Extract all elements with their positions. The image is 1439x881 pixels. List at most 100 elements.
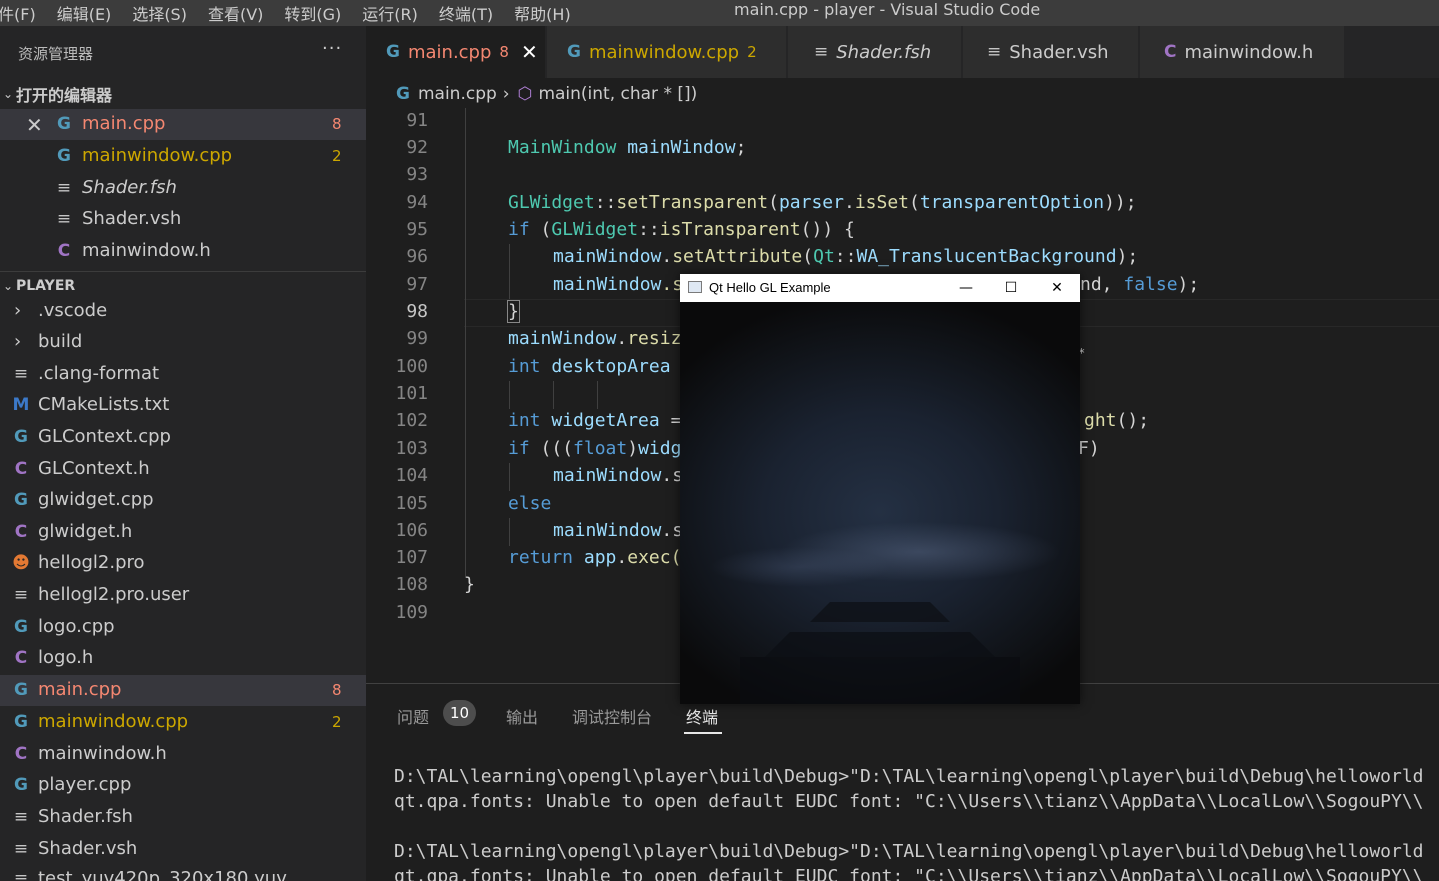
open-editor-mainwindow-cpp[interactable]: G mainwindow.cpp 2 xyxy=(0,141,366,172)
tab-shader-vsh[interactable]: ≡ Shader.vsh xyxy=(963,26,1139,78)
text-file-icon: ≡ xyxy=(13,364,29,384)
tab-mainwindow-cpp[interactable]: G mainwindow.cpp 2 xyxy=(547,26,787,78)
sidebar-header: 资源管理器 ··· xyxy=(0,26,366,78)
code-token: isTransparent xyxy=(659,219,801,240)
code-token: :: xyxy=(638,219,660,240)
code-token: false xyxy=(1123,274,1178,295)
symbol-method-icon: ⬡ xyxy=(517,84,533,104)
file-hellogl2-pro-user[interactable]: ≡ hellogl2.pro.user xyxy=(0,580,366,611)
qt-app-window[interactable]: Qt Hello GL Example — ☐ ✕ xyxy=(680,274,1080,704)
title-bar: 件(F) 编辑(E) 选择(S) 查看(V) 转到(G) 运行(R) 终端(T)… xyxy=(0,0,1439,26)
menu-file[interactable]: 件(F) xyxy=(0,1,36,25)
file-glcontext-cpp[interactable]: G GLContext.cpp xyxy=(0,422,366,453)
file-shader-fsh[interactable]: ≡ Shader.fsh xyxy=(0,802,366,833)
menu-go[interactable]: 转到(G) xyxy=(284,1,341,25)
rendered-scene-image xyxy=(740,602,1020,704)
menu-selection[interactable]: 选择(S) xyxy=(132,1,187,25)
menu-help[interactable]: 帮助(H) xyxy=(514,1,571,25)
tab-output[interactable]: 输出 xyxy=(506,704,538,728)
tab-label: mainwindow.cpp xyxy=(588,41,740,63)
folder-vscode[interactable]: › .vscode xyxy=(0,296,366,327)
menu-run[interactable]: 运行(R) xyxy=(362,1,418,25)
tab-problems[interactable]: 问题 xyxy=(397,704,429,728)
tab-terminal[interactable]: 终端 xyxy=(686,704,718,728)
code-token: )); xyxy=(1104,192,1137,213)
menu-edit[interactable]: 编辑(E) xyxy=(57,1,112,25)
sidebar-title: 资源管理器 xyxy=(18,45,94,63)
indent-guide xyxy=(597,381,598,409)
more-actions-icon[interactable]: ··· xyxy=(322,38,342,59)
close-icon[interactable]: ✕ xyxy=(26,113,43,137)
file-name: mainwindow.cpp xyxy=(38,711,189,732)
breadcrumb-file[interactable]: main.cpp xyxy=(418,84,497,104)
tab-label: mainwindow.h xyxy=(1184,41,1314,63)
open-editor-shader-vsh[interactable]: ≡ Shader.vsh xyxy=(0,204,366,235)
file-main-cpp[interactable]: G main.cpp 8 xyxy=(0,675,366,706)
code-token: GLWidget xyxy=(508,192,595,213)
terminal-line: qt.qpa.fonts: Unable to open default EUD… xyxy=(394,866,1424,881)
qt-window-titlebar[interactable]: Qt Hello GL Example — ☐ ✕ xyxy=(680,274,1080,302)
code-token: int xyxy=(508,356,541,377)
menu-bar: 件(F) 编辑(E) 选择(S) 查看(V) 转到(G) 运行(R) 终端(T)… xyxy=(0,0,592,26)
tab-shader-fsh[interactable]: ≡ Shader.fsh xyxy=(788,26,962,78)
folder-build[interactable]: › build xyxy=(0,327,366,358)
project-header[interactable]: ⌄ PLAYER xyxy=(0,271,366,299)
minimize-icon[interactable]: — xyxy=(944,276,988,300)
indent-guide xyxy=(509,463,510,491)
code-line-tail: ght(); xyxy=(1084,410,1149,431)
breadcrumb-symbol[interactable]: main(int, char * []) xyxy=(538,84,697,104)
explorer-sidebar: 资源管理器 ··· ⌄ 打开的编辑器 ✕ G main.cpp 8 G main… xyxy=(0,26,366,881)
file-glwidget-cpp[interactable]: G glwidget.cpp xyxy=(0,485,366,516)
menu-view[interactable]: 查看(V) xyxy=(208,1,263,25)
open-editor-shader-fsh[interactable]: ≡ Shader.fsh xyxy=(0,173,366,204)
file-test-yuv[interactable]: ≡ test_yuv420p_320x180.yuv xyxy=(0,864,366,881)
cpp-file-icon: G xyxy=(57,146,71,166)
c-header-file-icon: C xyxy=(14,648,28,668)
line-number: 97 xyxy=(406,274,428,295)
code-token: setAttribute xyxy=(672,246,803,267)
terminal-line: qt.qpa.fonts: Unable to open default EUD… xyxy=(394,791,1424,812)
indent-guide xyxy=(465,108,466,578)
file-clang-format[interactable]: ≡ .clang-format xyxy=(0,359,366,390)
file-name: .vscode xyxy=(38,300,108,321)
code-token: resiz xyxy=(627,328,682,349)
text-file-icon: ≡ xyxy=(56,178,72,198)
menu-terminal[interactable]: 终端(T) xyxy=(439,1,493,25)
tab-debug-console[interactable]: 调试控制台 xyxy=(572,704,652,728)
file-mainwindow-cpp[interactable]: G mainwindow.cpp 2 xyxy=(0,707,366,738)
maximize-icon[interactable]: ☐ xyxy=(989,276,1033,300)
tab-main-cpp[interactable]: G main.cpp 8 ✕ xyxy=(366,26,546,78)
window-title: main.cpp - player - Visual Studio Code xyxy=(734,0,1041,19)
code-line: } xyxy=(464,574,475,595)
code-line: return app.exec( xyxy=(508,547,681,568)
file-glcontext-h[interactable]: C GLContext.h xyxy=(0,454,366,485)
file-logo-cpp[interactable]: G logo.cpp xyxy=(0,612,366,643)
close-icon[interactable]: ✕ xyxy=(521,40,538,64)
file-hellogl2-pro[interactable]: ☻ hellogl2.pro xyxy=(0,548,366,579)
text-file-icon: ≡ xyxy=(13,807,29,827)
code-line: else xyxy=(508,493,551,514)
file-mainwindow-h[interactable]: C mainwindow.h xyxy=(0,739,366,770)
close-icon[interactable]: ✕ xyxy=(1035,276,1079,300)
code-token: transparentOption xyxy=(919,192,1105,213)
code-token: = xyxy=(659,410,682,431)
file-player-cpp[interactable]: G player.cpp xyxy=(0,770,366,801)
file-cmakelists[interactable]: M CMakeLists.txt xyxy=(0,390,366,421)
code-token: (); xyxy=(1116,410,1150,431)
opengl-render-canvas[interactable] xyxy=(680,302,1080,704)
code-token: . xyxy=(616,547,628,568)
file-name: main.cpp xyxy=(82,113,166,134)
file-shader-vsh[interactable]: ≡ Shader.vsh xyxy=(0,834,366,865)
code-line-tail: F) xyxy=(1078,438,1100,459)
open-editors-header[interactable]: ⌄ 打开的编辑器 xyxy=(0,80,366,108)
file-glwidget-h[interactable]: C glwidget.h xyxy=(0,517,366,548)
code-token: widgetArea xyxy=(540,410,660,431)
tab-mainwindow-h[interactable]: C mainwindow.h xyxy=(1140,26,1345,78)
file-logo-h[interactable]: C logo.h xyxy=(0,643,366,674)
code-token: } xyxy=(507,300,520,323)
cmake-file-icon: M xyxy=(12,395,30,415)
open-editor-mainwindow-h[interactable]: C mainwindow.h xyxy=(0,236,366,267)
indent-guide xyxy=(509,381,510,409)
open-editor-main-cpp[interactable]: ✕ G main.cpp 8 xyxy=(0,109,366,140)
line-number: 101 xyxy=(395,383,428,404)
